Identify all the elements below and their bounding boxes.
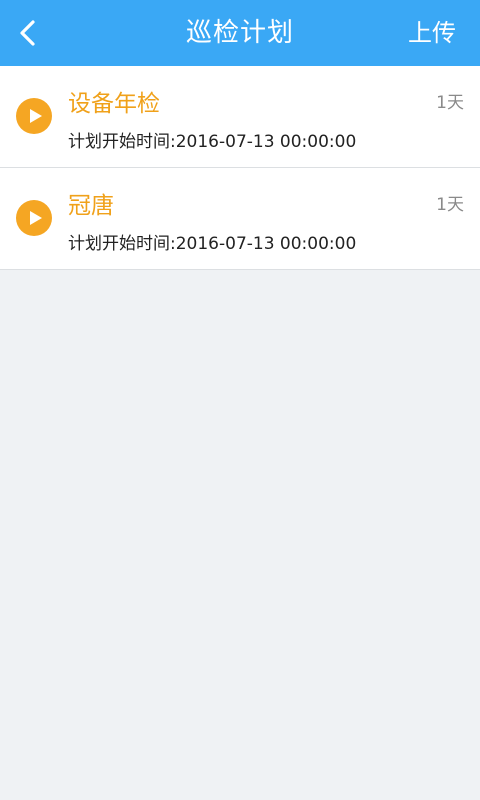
plan-duration: 1天	[436, 195, 464, 215]
play-icon	[16, 200, 52, 236]
plan-start-time: 计划开始时间:2016-07-13 00:00:00	[68, 132, 357, 152]
app-header: 巡检计划 上传	[0, 0, 480, 66]
plan-item-2[interactable]: 冠唐 1天 计划开始时间:2016-07-13 00:00:00	[0, 168, 480, 270]
plan-title: 设备年检	[68, 91, 160, 117]
plan-start-time: 计划开始时间:2016-07-13 00:00:00	[68, 234, 357, 254]
play-icon	[16, 98, 52, 134]
plan-item-1[interactable]: 设备年检 1天 计划开始时间:2016-07-13 00:00:00	[0, 66, 480, 168]
plan-list: 设备年检 1天 计划开始时间:2016-07-13 00:00:00 冠唐 1天…	[0, 66, 480, 270]
upload-button[interactable]: 上传	[408, 0, 456, 66]
plan-title: 冠唐	[68, 193, 114, 219]
plan-duration: 1天	[436, 93, 464, 113]
